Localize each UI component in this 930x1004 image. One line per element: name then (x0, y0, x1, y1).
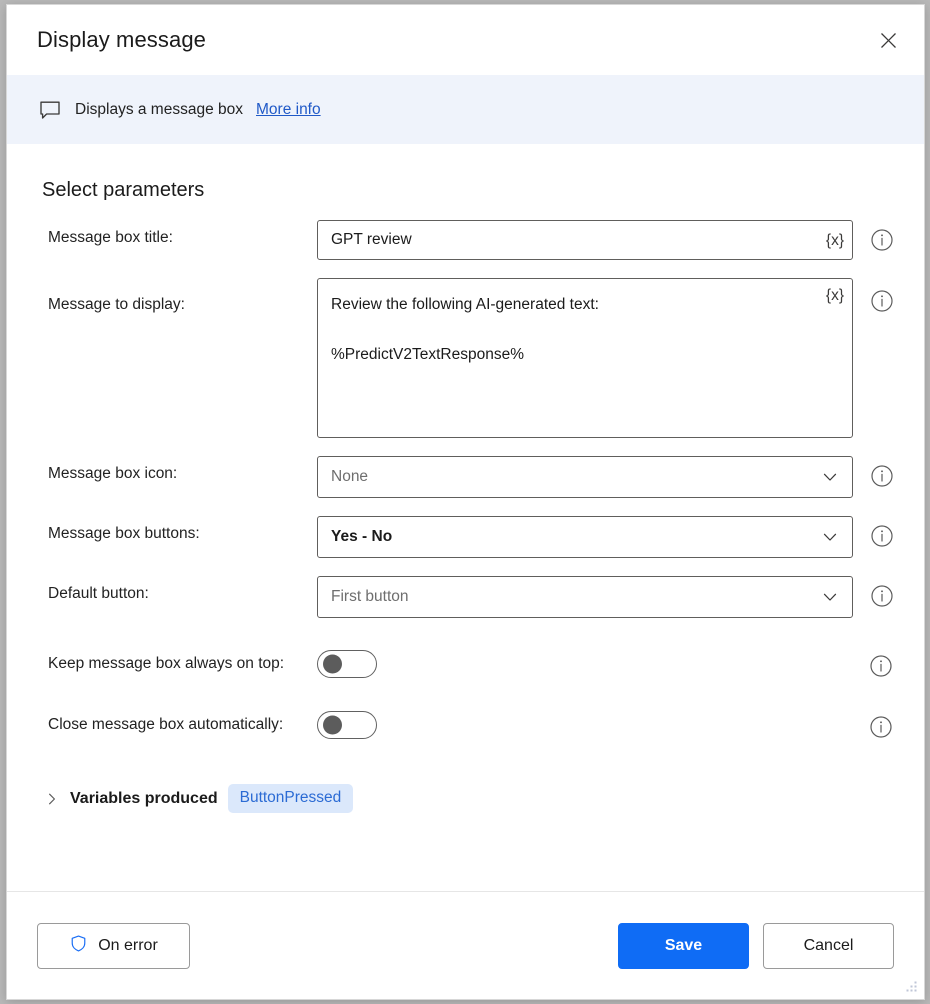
select-value: None (331, 468, 369, 485)
banner-description: Displays a message box (75, 100, 243, 118)
info-icon[interactable] (869, 288, 895, 314)
insert-variable-button[interactable]: {x} (825, 286, 845, 306)
field-message-box-icon: Message box icon: None (37, 456, 894, 498)
field-message-box-title: Message box title: GPT review {x} (37, 220, 894, 260)
keep-always-on-top-toggle[interactable] (317, 649, 377, 678)
input-value: GPT review (331, 231, 412, 248)
dialog-footer: On error Save Cancel (7, 892, 924, 999)
field-keep-always-on-top: Keep message box always on top: (37, 648, 894, 679)
field-close-automatically: Close message box automatically: (37, 709, 894, 740)
message-to-display-textarea[interactable]: Review the following AI-generated text: … (317, 278, 853, 438)
dialog-title: Display message (37, 27, 207, 52)
chevron-down-icon[interactable] (819, 586, 841, 608)
save-button[interactable]: Save (618, 922, 749, 969)
info-icon[interactable] (868, 653, 894, 679)
field-label: Keep message box always on top: (48, 654, 285, 672)
field-message-box-buttons: Message box buttons: Yes - No (37, 516, 894, 558)
on-error-button[interactable]: On error (37, 922, 190, 969)
toggle-knob (323, 715, 342, 734)
page-title: Select parameters (42, 179, 205, 201)
shield-icon (69, 934, 88, 958)
insert-variable-button[interactable]: {x} (825, 231, 845, 251)
close-automatically-toggle[interactable] (317, 710, 377, 739)
field-label: Close message box automatically: (48, 715, 284, 733)
variables-produced-section: Variables produced ButtonPressed (44, 784, 894, 813)
field-label: Default button: (48, 585, 149, 602)
field-default-button: Default button: First button (37, 576, 894, 618)
field-label: Message box icon: (48, 465, 178, 482)
field-message-to-display: Message to display: Review the following… (37, 278, 894, 438)
description-banner: Displays a message box More info (7, 75, 924, 144)
info-icon[interactable] (868, 714, 894, 740)
resize-grip[interactable] (904, 979, 918, 993)
chevron-down-icon[interactable] (819, 466, 841, 488)
info-icon[interactable] (869, 227, 895, 253)
message-bubble-icon (37, 97, 62, 122)
info-icon[interactable] (869, 583, 895, 609)
field-label: Message box buttons: (48, 525, 200, 542)
select-value: First button (331, 588, 409, 605)
parameters-body: Select parameters Message box title: GPT… (7, 144, 924, 891)
variables-produced-title[interactable]: Variables produced (70, 790, 218, 808)
info-icon[interactable] (869, 463, 895, 489)
message-box-buttons-select[interactable]: Yes - No (317, 516, 853, 558)
textarea-value: Review the following AI-generated text: … (331, 296, 599, 364)
field-label: Message box title: (48, 229, 173, 246)
chevron-down-icon[interactable] (819, 526, 841, 548)
message-box-icon-select[interactable]: None (317, 456, 853, 498)
on-error-label: On error (98, 936, 158, 954)
close-icon[interactable] (866, 20, 910, 60)
display-message-dialog: Display message Displays a message box M… (6, 4, 925, 1000)
field-label: Message to display: (48, 296, 185, 313)
default-button-select[interactable]: First button (317, 576, 853, 618)
select-value: Yes - No (331, 528, 393, 545)
toggle-knob (323, 654, 342, 673)
cancel-button[interactable]: Cancel (763, 922, 894, 969)
more-info-link[interactable]: More info (256, 101, 321, 119)
message-box-title-input[interactable]: GPT review {x} (317, 220, 853, 260)
dialog-titlebar: Display message (7, 5, 924, 75)
chevron-right-icon[interactable] (44, 791, 60, 807)
variable-badge-buttonpressed[interactable]: ButtonPressed (227, 784, 354, 813)
info-icon[interactable] (869, 523, 895, 549)
